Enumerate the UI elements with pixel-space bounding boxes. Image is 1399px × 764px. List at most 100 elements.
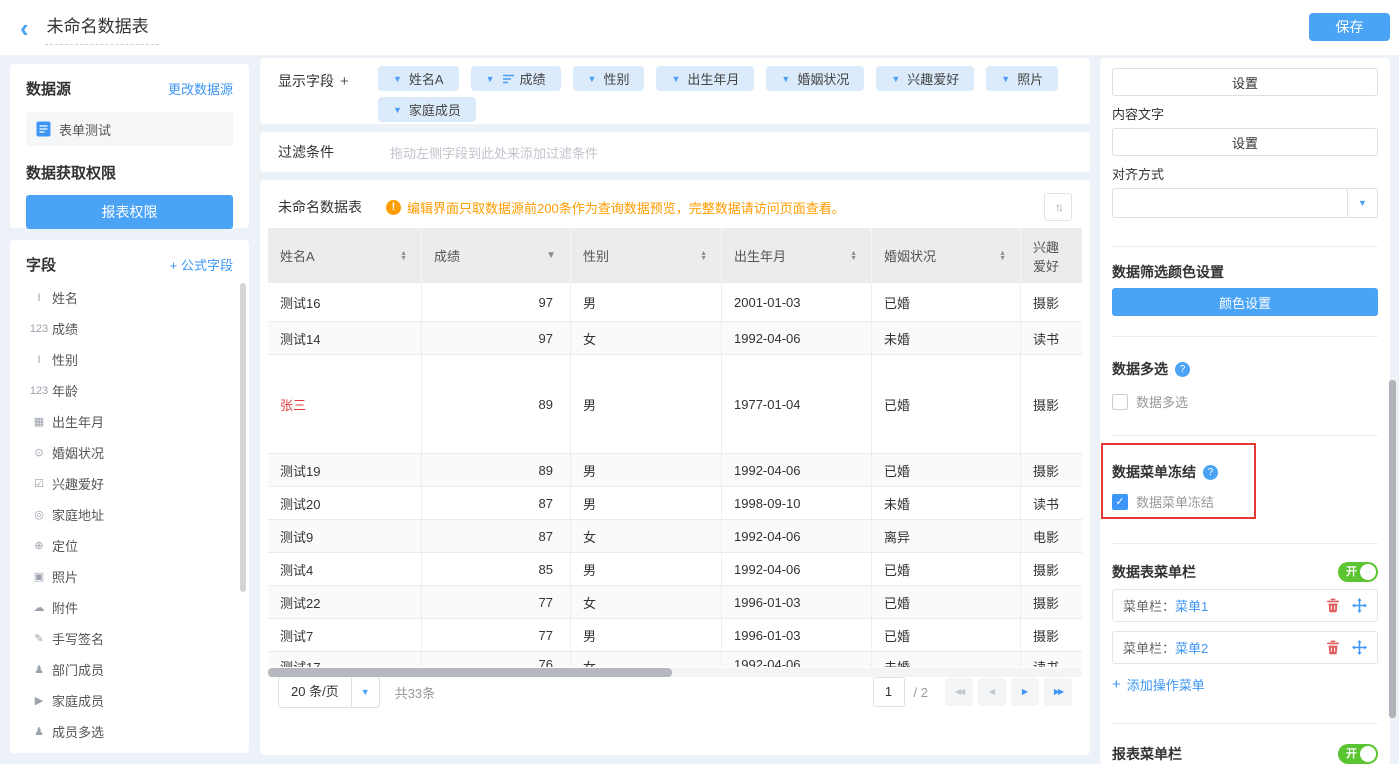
field-list-item[interactable]: ⊕ 定位 [26,530,239,561]
display-field-chip[interactable]: ▼ 性别 [573,66,645,91]
help-icon[interactable]: ? [1175,362,1190,377]
field-list-item[interactable]: ▶ 家庭成员 [26,685,239,716]
sort-both-icon[interactable]: ▲▼ [400,251,407,261]
field-label: 成绩 [52,319,78,338]
page-number-input[interactable]: 1 [873,677,905,707]
cell-score: 97 [422,322,571,354]
report-menu-title-row: 报表菜单栏 开 [1112,744,1378,764]
table-column-header[interactable]: 姓名A ▲▼ ▼ [268,228,422,283]
delete-icon[interactable] [1326,598,1340,613]
cell-birth: 1992-04-06 [722,520,872,552]
chevron-down-icon: ▼ [588,74,597,84]
field-list-item[interactable]: I 性别 [26,344,239,375]
display-field-chip[interactable]: ▼ 姓名A [378,66,459,91]
move-icon[interactable] [1352,598,1367,613]
field-type-icon: 123 [26,385,52,397]
delete-icon[interactable] [1326,640,1340,655]
add-action-menu-link[interactable]: + 添加操作菜单 [1112,674,1378,694]
datasource-item[interactable]: 表单测试 [26,112,233,146]
page-size-select[interactable]: 20 条/页 ▼ [278,676,380,708]
color-settings-button[interactable]: 颜色设置 [1112,288,1378,316]
table-row: 测试19 89 男 1992-04-06 已婚 摄影 [268,454,1082,487]
field-list-item[interactable]: 123 成绩 [26,313,239,344]
field-list-scrollbar[interactable] [240,283,246,592]
display-field-chip[interactable]: ▼ 家庭成员 [378,97,476,122]
table-column-header[interactable]: 兴趣爱好 ▲▼ ▼ [1021,228,1082,283]
field-list-item[interactable]: ▣ 照片 [26,561,239,592]
add-display-field-icon[interactable]: + [340,73,349,90]
first-page-button[interactable]: ◀◀ [945,678,973,706]
chip-label: 姓名A [409,69,444,88]
sort-both-icon[interactable]: ▲▼ [700,251,707,261]
display-field-chip[interactable]: ▼ 婚姻状况 [766,66,864,91]
prev-page-button[interactable]: ◀ [978,678,1006,706]
table-column-header[interactable]: 成绩 ▲▼ ▼ [422,228,571,283]
field-list-item[interactable]: ☑ 兴趣爱好 [26,468,239,499]
field-label: 家庭成员 [52,691,104,710]
total-count: 共33条 [395,683,873,702]
field-list-item[interactable]: ☁ 附件 [26,592,239,623]
field-label: 附件 [52,598,78,617]
page-title[interactable]: 未命名数据表 [45,10,159,45]
sort-both-icon[interactable]: ▲▼ [850,251,857,261]
field-type-icon: ☑ [26,477,52,490]
datasource-item-label: 表单测试 [59,120,111,139]
cell-marital: 已婚 [872,283,1021,321]
cell-marital: 已婚 [872,454,1021,486]
field-list-item[interactable]: ▦ 出生年月 [26,406,239,437]
settings-button-1[interactable]: 设置 [1112,68,1378,96]
menu-name-link[interactable]: 菜单1 [1175,596,1314,615]
menu-name-link[interactable]: 菜单2 [1175,638,1314,657]
add-formula-field-link[interactable]: + 公式字段 [170,255,233,274]
page-scrollbar-thumb[interactable] [1389,380,1396,718]
report-menu-toggle[interactable]: 开 [1338,744,1378,764]
menu-freeze-checkbox[interactable]: ✓ [1112,494,1128,510]
cell-hobby: 摄影 [1021,586,1082,618]
sort-order-button[interactable]: ↑↓ [1044,193,1072,221]
table-row: 测试14 97 女 1992-04-06 未婚 读书 [268,322,1082,355]
warning-text: 编辑界面只取数据源前200条作为查询数据预览，完整数据请访问页面查看。 [407,198,845,217]
sort-both-icon[interactable]: ▲▼ [999,251,1006,261]
last-page-button[interactable]: ▶▶ [1044,678,1072,706]
save-button[interactable]: 保存 [1309,13,1390,41]
help-icon[interactable]: ? [1203,465,1218,480]
field-list-item[interactable]: ♟ 成员多选 [26,716,239,747]
field-list-item[interactable]: ♟ 部门成员 [26,654,239,685]
table-column-header[interactable]: 出生年月 ▲▼ ▼ [722,228,872,283]
cell-score: 77 [422,586,571,618]
page-size-value: 20 条/页 [279,677,351,707]
next-page-button[interactable]: ▶ [1011,678,1039,706]
settings-button-2[interactable]: 设置 [1112,128,1378,156]
table-body: 测试16 97 男 2001-01-03 已婚 摄影 测试14 97 女 199… [268,283,1082,667]
table-row: 测试22 77 女 1996-01-03 已婚 摄影 [268,586,1082,619]
field-list-item[interactable]: ⊙ 婚姻状况 [26,437,239,468]
cell-score: 76 [422,652,571,667]
field-list-item[interactable]: ◎ 家庭地址 [26,499,239,530]
menu-bar-item[interactable]: 菜单栏： 菜单2 [1112,631,1378,664]
table-menu-toggle[interactable]: 开 [1338,562,1378,582]
field-type-icon: ☁ [26,601,52,614]
table-column-header[interactable]: 性别 ▲▼ ▼ [571,228,722,283]
field-list-item[interactable]: 123 年龄 [26,375,239,406]
table-column-header[interactable]: 婚姻状况 ▲▼ ▼ [872,228,1021,283]
field-list-item[interactable]: ✎ 手写签名 [26,623,239,654]
menu-bar-item[interactable]: 菜单栏： 菜单1 [1112,589,1378,622]
field-list-item[interactable]: I 姓名 [26,282,239,313]
display-field-chip[interactable]: ▼ 成绩 [471,66,561,91]
table-horizontal-scrollbar-thumb[interactable] [268,668,672,677]
pagination-bar: 20 条/页 ▼ 共33条 1 / 2 ◀◀ ◀ ▶ ▶▶ [278,676,1072,708]
report-permission-button[interactable]: 报表权限 [26,195,233,229]
display-field-chip[interactable]: ▼ 兴趣爱好 [876,66,974,91]
display-field-chip[interactable]: ▼ 出生年月 [656,66,754,91]
move-icon[interactable] [1352,640,1367,655]
sort-desc-icon[interactable]: ▼ [546,250,556,261]
multi-select-checkbox[interactable] [1112,394,1128,410]
filter-dropzone-placeholder[interactable]: 拖动左侧字段到此处来添加过滤条件 [390,143,598,162]
display-field-chip[interactable]: ▼ 照片 [986,66,1058,91]
change-datasource-link[interactable]: 更改数据源 [168,79,233,98]
back-icon[interactable]: ‹ [20,17,29,39]
cell-birth: 1992-04-06 [722,454,872,486]
align-select[interactable]: ▼ [1112,188,1378,218]
divider [1112,543,1378,544]
sort-lines-icon [502,74,515,84]
